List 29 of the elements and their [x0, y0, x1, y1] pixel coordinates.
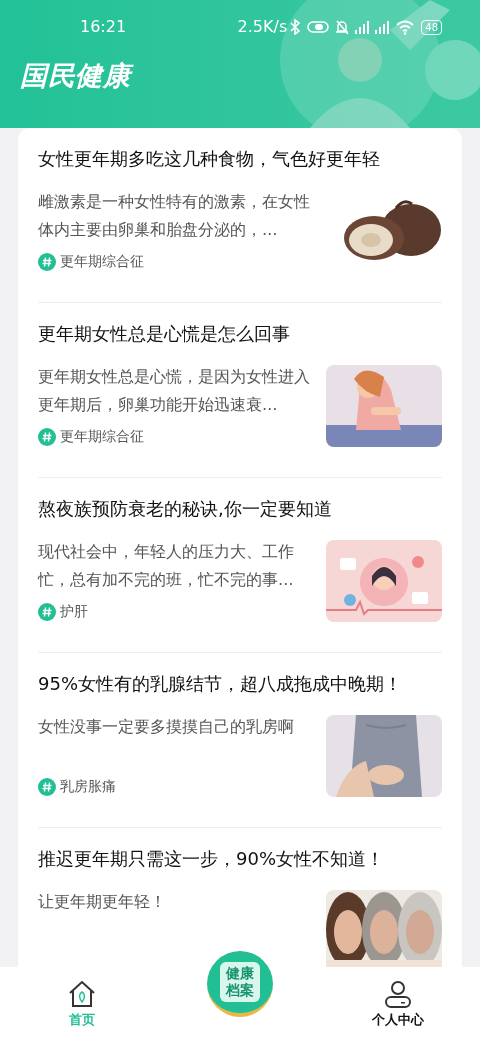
- article-tag[interactable]: 乳房胀痛: [60, 776, 116, 797]
- article-title[interactable]: 女性更年期多吃这几种食物，气色好更年轻: [38, 146, 442, 172]
- signal-icon: [353, 19, 372, 35]
- article-title[interactable]: 推迟更年期只需这一步，90%女性不知道！: [38, 846, 442, 872]
- network-speed: 2.5K/s: [237, 16, 288, 38]
- article-tag[interactable]: 更年期综合征: [60, 251, 144, 272]
- hash-icon: [38, 252, 56, 271]
- signal-icon: [373, 19, 392, 35]
- article-summary: 更年期女性总是心慌，是因为女性进入更年期后，卵巢功能开始迅速衰…: [38, 367, 310, 416]
- bluetooth-icon: [289, 19, 302, 35]
- wifi-icon: [395, 19, 416, 35]
- article-title[interactable]: 更年期女性总是心慌是怎么回事: [38, 321, 442, 347]
- article-summary: 让更年期更年轻！: [38, 892, 167, 913]
- bell-muted-icon: [335, 19, 350, 35]
- article-summary: 雌激素是一种女性特有的激素，在女性体内主要由卵巢和胎盘分泌的，…: [38, 192, 310, 241]
- status-time: 16:21: [80, 16, 127, 38]
- hash-icon: [38, 777, 56, 796]
- toggle-icon: [307, 20, 330, 34]
- battery-icon: 48: [421, 19, 442, 35]
- article-summary: 女性没事一定要多摸摸自己的乳房啊: [38, 717, 295, 738]
- user-icon: [382, 979, 413, 1008]
- hash-icon: [38, 427, 56, 446]
- hash-icon: [38, 602, 56, 621]
- nav-tab[interactable]: 个人中心: [357, 979, 438, 1030]
- article-tag[interactable]: 更年期综合征: [60, 426, 144, 447]
- article-title[interactable]: 95%女性有的乳腺结节，超八成拖成中晚期！: [38, 671, 442, 697]
- article-tag[interactable]: 护肝: [60, 601, 88, 622]
- article-title[interactable]: 熬夜族预防衰老的秘诀,你一定要知道: [38, 496, 442, 522]
- article-summary: 现代社会中，年轻人的压力大、工作忙，总有加不完的班，忙不完的事…: [38, 542, 295, 591]
